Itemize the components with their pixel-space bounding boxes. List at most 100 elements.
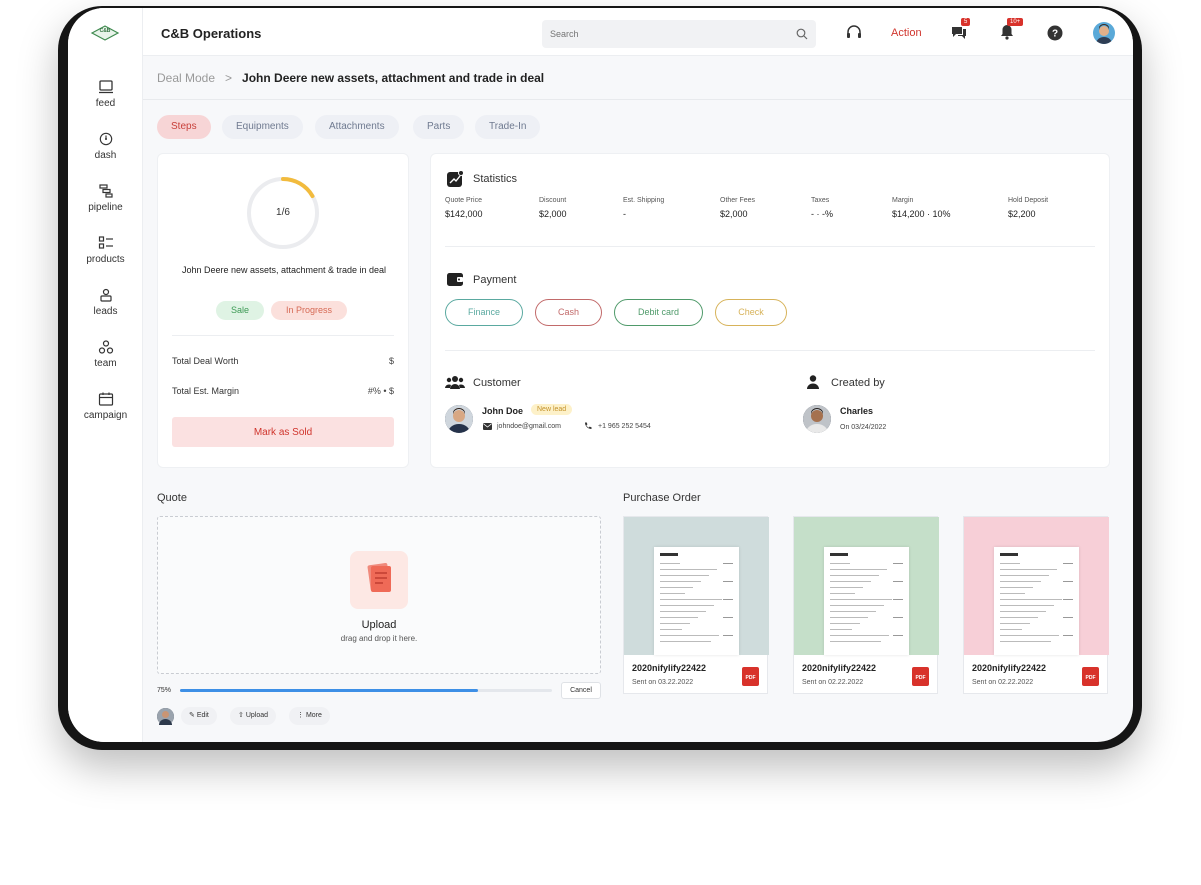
headset-icon[interactable]: [845, 23, 863, 41]
deal-summary-card: 1/6 John Deere new assets, attachment & …: [157, 153, 409, 468]
stat-est-shipping: Est. Shipping -: [623, 197, 664, 219]
stat-label: Other Fees: [720, 197, 756, 204]
upload-arrow-icon: ⇧: [238, 712, 246, 719]
document-date: Sent on 02.22.2022: [972, 679, 1034, 686]
document-name: 2020nifylify22422: [802, 663, 877, 673]
sidebar-item-campaign[interactable]: campaign: [68, 392, 143, 421]
stat-taxes: Taxes - · -%: [811, 197, 833, 219]
purchase-order-card[interactable]: 2020nifylify22422 Sent on 02.22.2022 PDF: [963, 516, 1109, 694]
tab-equipments[interactable]: Equipments: [222, 115, 303, 139]
customer-email[interactable]: johndoe@gmail.com: [497, 423, 561, 430]
stat-margin: Margin $14,200 · 10%: [892, 197, 951, 219]
edit-button[interactable]: ✎ Edit: [181, 707, 217, 725]
creator-name[interactable]: Charles: [840, 406, 873, 416]
document-name: 2020nifylify22422: [972, 663, 1047, 673]
tab-parts[interactable]: Parts: [413, 115, 465, 139]
messages-badge: 5: [961, 18, 971, 26]
sidebar-item-label: dash: [94, 150, 117, 161]
total-deal-worth-label: Total Deal Worth: [172, 356, 239, 366]
sidebar-item-products[interactable]: products: [68, 236, 143, 265]
sidebar-item-dash[interactable]: dash: [68, 132, 143, 161]
total-deal-worth-value: $: [388, 356, 394, 366]
gauge-icon: [99, 132, 112, 146]
divider: [445, 350, 1095, 351]
total-margin-row: Total Est. Margin #% • $: [172, 386, 394, 396]
quote-upload-dropzone[interactable]: Upload drag and drop it here.: [157, 516, 601, 674]
stat-other-fees: Other Fees $2,000: [720, 197, 755, 219]
created-date: On 03/24/2022: [840, 424, 887, 431]
page-title: John Deere new assets, attachment and tr…: [242, 71, 545, 85]
logo-text: C&B: [99, 28, 111, 34]
customer-avatar: [445, 405, 473, 433]
more-button[interactable]: ⋮ More: [289, 707, 330, 725]
help-icon[interactable]: ?: [1047, 25, 1063, 41]
quote-owner-avatar: [157, 708, 174, 725]
user-avatar[interactable]: [1093, 22, 1115, 44]
search-input[interactable]: [542, 20, 772, 48]
upload-hint: drag and drop it here.: [340, 634, 418, 643]
payment-option-check[interactable]: Check: [715, 299, 787, 326]
payment-option-finance[interactable]: Finance: [445, 299, 523, 326]
payment-option-label: Check: [738, 307, 764, 317]
steps-progress-label: 1/6: [276, 207, 290, 218]
sidebar-item-label: campaign: [83, 410, 128, 421]
payment-title: Payment: [473, 274, 517, 286]
sidebar-item-feed[interactable]: feed: [68, 80, 143, 109]
breadcrumb: Deal Mode > John Deere new assets, attachm…: [157, 71, 544, 85]
upload-progress-fill: [180, 689, 478, 692]
messages-button[interactable]: 5: [951, 18, 971, 45]
sidebar-item-leads[interactable]: leads: [68, 288, 143, 317]
customer-phone[interactable]: +1 965 252 5454: [598, 423, 651, 430]
payment-option-debit-card[interactable]: Debit card: [614, 299, 703, 326]
document-icon: [350, 551, 408, 609]
mark-as-sold-button[interactable]: Mark as Sold: [172, 417, 394, 447]
customer-title: Customer: [473, 377, 521, 389]
deal-details-card: Statistics Quote Price $142,000 Discount $…: [430, 153, 1110, 468]
customer-name[interactable]: John Doe: [482, 406, 523, 416]
tab-steps[interactable]: Steps: [157, 115, 211, 139]
deal-status-badge: In Progress: [271, 301, 348, 320]
phone-icon: [585, 422, 592, 429]
total-margin-value: #% • $: [367, 386, 394, 396]
action-button[interactable]: Action: [891, 27, 922, 39]
sidebar-item-label: products: [86, 254, 125, 265]
quote-title: Quote: [157, 492, 187, 504]
bell-icon: [1001, 25, 1013, 40]
wallet-icon: [447, 273, 463, 286]
upload-button[interactable]: ⇧ Upload: [230, 707, 276, 725]
divider: [445, 246, 1095, 247]
sidebar-item-team[interactable]: team: [68, 340, 143, 369]
breadcrumb-root[interactable]: Deal Mode: [157, 71, 215, 85]
upload-progress-label: 75%: [157, 687, 172, 694]
stat-discount: Discount $2,000: [539, 197, 567, 219]
edit-label: Edit: [196, 712, 209, 719]
brand-logo[interactable]: C&B: [90, 24, 120, 42]
calendar-icon: [98, 392, 113, 406]
notifications-button[interactable]: 10+: [999, 18, 1024, 45]
lead-icon: [99, 288, 112, 302]
purchase-order-card[interactable]: 2020nifylify22422 Sent on 02.22.2022 PDF: [793, 516, 939, 694]
document-name: 2020nifylify22422: [632, 663, 707, 673]
pdf-icon: PDF: [742, 667, 759, 686]
cancel-upload-button[interactable]: Cancel: [561, 682, 601, 699]
search-icon[interactable]: [796, 28, 808, 40]
pdf-icon: PDF: [1082, 667, 1099, 686]
purchase-order-card[interactable]: 2020nifylify22422 Sent on 03.22.2022 PDF: [623, 516, 769, 694]
tab-trade-in[interactable]: Trade-In: [475, 115, 541, 139]
pencil-icon: ✎: [189, 712, 197, 719]
deal-name: John Deere new assets, attachment & trad…: [181, 265, 387, 275]
deal-type-badge: Sale: [216, 301, 265, 320]
sidebar-item-pipeline[interactable]: pipeline: [68, 184, 143, 213]
invoice-preview: [654, 547, 739, 655]
app-title: C&B Operations: [161, 26, 262, 41]
chat-icon: [952, 27, 966, 39]
notifications-badge: 10+: [1007, 18, 1024, 26]
document-thumbnail: [794, 517, 939, 655]
created-by-title: Created by: [831, 377, 885, 389]
tab-attachments[interactable]: Attachments: [315, 115, 399, 139]
stat-label: Quote Price: [445, 197, 482, 204]
invoice-preview: [994, 547, 1079, 655]
upload-label: Upload: [245, 712, 268, 719]
trend-chart-icon: [447, 170, 464, 187]
payment-option-cash[interactable]: Cash: [535, 299, 602, 326]
